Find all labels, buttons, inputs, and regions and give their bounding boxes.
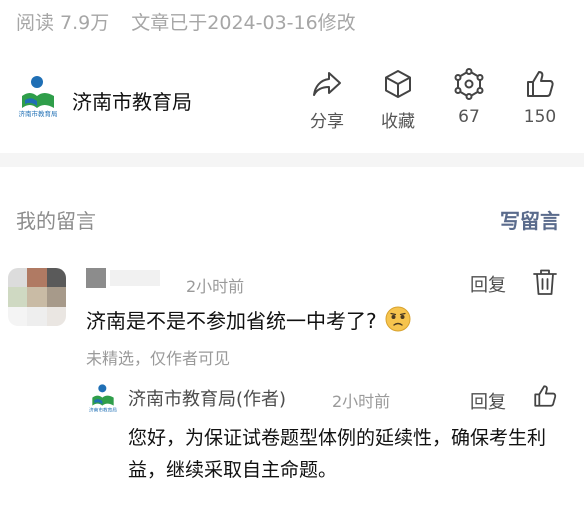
commenter-name-redacted-tail bbox=[110, 270, 160, 286]
like-button[interactable]: 150 bbox=[508, 68, 572, 127]
avatar-pixel bbox=[46, 287, 66, 307]
reply-like-button[interactable] bbox=[532, 382, 558, 414]
worried-emoji-icon bbox=[385, 306, 411, 337]
section-divider bbox=[0, 153, 584, 167]
thumbs-up-icon bbox=[534, 385, 557, 407]
thumbs-up-icon bbox=[527, 71, 554, 97]
comment-visibility-note: 未精选，仅作者可见 bbox=[86, 349, 231, 368]
like-count: 150 bbox=[523, 107, 557, 127]
reply-author-name: 济南市教育局(作者) bbox=[128, 389, 287, 410]
avatar-pixel bbox=[8, 268, 28, 288]
write-comment-button[interactable]: 写留言 bbox=[500, 205, 560, 234]
cube-icon bbox=[385, 70, 411, 98]
logo-text: 济南市教育局 bbox=[19, 109, 58, 118]
article-meta: 阅读 7.9万 文章已于2024-03-16修改 bbox=[16, 8, 356, 35]
comment-text: 济南是不是不参加省统一中考了? bbox=[86, 309, 377, 333]
comment-reply-button[interactable]: 回复 bbox=[470, 271, 506, 297]
network-button[interactable]: 67 bbox=[437, 68, 501, 127]
modified-date: 文章已于2024-03-16修改 bbox=[131, 12, 356, 34]
avatar-pixel bbox=[8, 287, 28, 307]
share-button[interactable]: 分享 bbox=[295, 68, 359, 132]
commenter-avatar[interactable] bbox=[8, 268, 66, 326]
avatar-pixel bbox=[27, 287, 47, 307]
avatar-pixel bbox=[27, 268, 47, 288]
favorite-label: 收藏 bbox=[381, 112, 415, 132]
share-icon bbox=[313, 72, 341, 96]
read-count: 阅读 7.9万 bbox=[16, 12, 110, 34]
reply-logo-text: 济南市教育局 bbox=[89, 407, 117, 414]
avatar-pixel bbox=[27, 306, 47, 326]
author-logo[interactable]: 济南市教育局 bbox=[16, 74, 60, 122]
author-name[interactable]: 济南市教育局 bbox=[72, 86, 192, 115]
comment-time: 2小时前 bbox=[186, 277, 245, 296]
commenter-name-redacted bbox=[86, 268, 106, 288]
reply-author-logo[interactable]: 济南市教育局 bbox=[88, 383, 118, 415]
favorite-button[interactable]: 收藏 bbox=[366, 68, 430, 132]
avatar-pixel bbox=[46, 306, 66, 326]
network-icon bbox=[454, 68, 484, 100]
reply-reply-button[interactable]: 回复 bbox=[470, 388, 506, 414]
reply-time: 2小时前 bbox=[332, 392, 391, 411]
delete-button[interactable] bbox=[532, 268, 558, 300]
share-label: 分享 bbox=[310, 112, 344, 132]
comment-text-row: 济南是不是不参加省统一中考了? bbox=[86, 305, 411, 337]
avatar-pixel bbox=[8, 306, 28, 326]
trash-icon bbox=[533, 269, 557, 295]
reply-text: 您好，为保证试卷题型体例的延续性，确保考生利益，继续采取自主命题。 bbox=[128, 427, 547, 481]
my-comments-title: 我的留言 bbox=[16, 209, 96, 233]
avatar-pixel bbox=[46, 268, 66, 288]
network-count: 67 bbox=[458, 107, 480, 127]
